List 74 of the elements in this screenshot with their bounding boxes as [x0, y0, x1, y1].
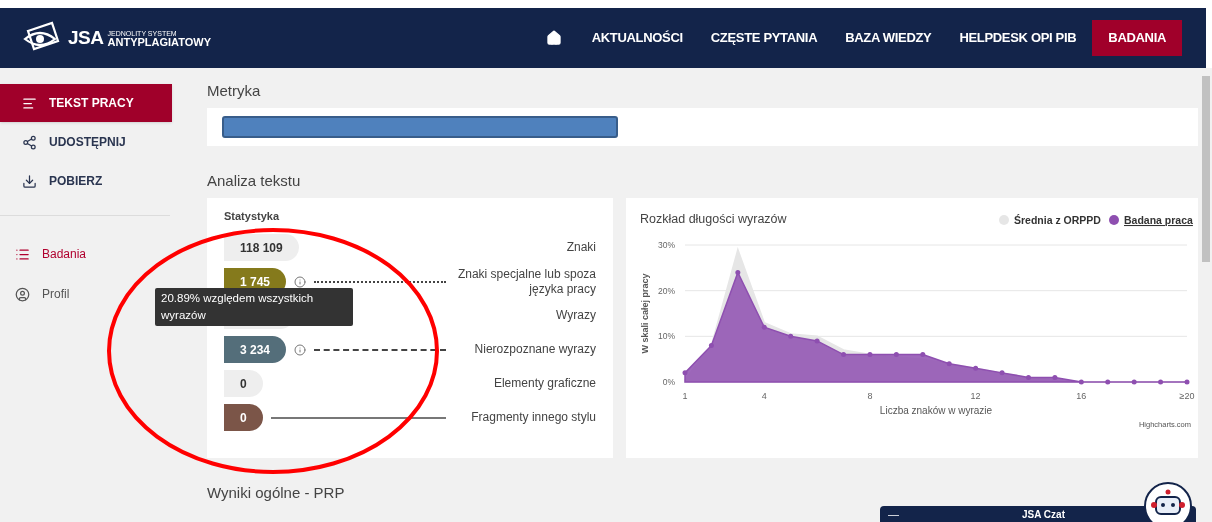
- stat-value: 118 109: [224, 234, 299, 261]
- sidebar-link[interactable]: Profil: [15, 274, 74, 314]
- x-tick-label: 16: [1076, 391, 1087, 401]
- y-tick-label: 20%: [658, 285, 675, 296]
- data-point: [1158, 379, 1164, 385]
- robot-avatar-icon[interactable]: [1143, 481, 1193, 522]
- x-axis-title: Liczba znaków w wyrazie: [879, 405, 993, 416]
- data-point: [814, 338, 820, 344]
- share-icon: [22, 134, 37, 150]
- y-axis-title: W skali całej pracy: [640, 273, 650, 354]
- nav-link[interactable]: BADANIA: [1092, 20, 1182, 56]
- nav-link[interactable]: AKTUALNOŚCI: [579, 20, 695, 56]
- chat-title: JSA Czat: [1021, 507, 1066, 522]
- stat-value: 0: [224, 370, 263, 397]
- section-title: Analiza tekstu: [207, 170, 302, 191]
- sidebar-action[interactable]: TEKST PRACY: [0, 84, 172, 122]
- legend-item[interactable]: Średnia z ORPPD: [999, 214, 1101, 226]
- download-icon: [22, 173, 37, 189]
- nav-link[interactable]: BAZA WIEDZY: [833, 20, 944, 56]
- data-point: [946, 361, 952, 367]
- data-point: [1184, 379, 1190, 385]
- list-icon: [15, 246, 30, 262]
- data-point: [1052, 374, 1058, 380]
- logo-title: ANTYPLAGIATOWY: [107, 38, 212, 47]
- sidebar-link[interactable]: Badania: [15, 234, 91, 274]
- section-title: Wyniki ogólne - PRP: [207, 483, 345, 503]
- stat-label: Wyrazy: [555, 308, 596, 323]
- stat-label: Nierozpoznane wyrazy: [473, 342, 596, 357]
- data-point: [761, 324, 767, 330]
- minimize-button[interactable]: —: [888, 509, 899, 519]
- x-tick-label: 12: [970, 391, 981, 401]
- section-title: Metryka: [207, 81, 262, 101]
- nav-link[interactable]: HELPDESK OPI PIB: [947, 20, 1089, 56]
- info-icon[interactable]: [294, 275, 307, 288]
- data-point: [788, 333, 794, 339]
- data-point: [1025, 374, 1031, 380]
- data-point: [920, 352, 926, 358]
- data-point: [973, 365, 979, 371]
- legend-label: Badana praca: [1124, 214, 1194, 226]
- legend-label: Średnia z ORPPD: [1014, 214, 1102, 226]
- text-icon: [22, 95, 37, 111]
- person-icon: [15, 286, 30, 302]
- y-tick-label: 0%: [662, 377, 675, 387]
- info-icon[interactable]: [294, 343, 307, 356]
- data-point: [867, 352, 873, 358]
- chart-title: Rozkład długości wyrazów: [640, 212, 787, 226]
- data-point: [735, 269, 741, 275]
- data-point: [999, 370, 1005, 376]
- stats-title: Statystyka: [224, 209, 281, 224]
- nav-link[interactable]: CZĘSTE PYTANIA: [698, 20, 830, 56]
- data-point: [1078, 379, 1084, 385]
- x-tick-label: 4: [761, 391, 767, 401]
- stat-label: Znaki specjalne lub spoza języka pracy: [456, 266, 596, 297]
- data-point: [893, 352, 899, 358]
- stat-value: 3 234: [224, 336, 287, 363]
- logo-mark: JSA: [68, 25, 104, 50]
- x-tick-label: ≥20: [1179, 391, 1195, 401]
- data-point: [682, 370, 688, 376]
- sidebar-action[interactable]: POBIERZ: [0, 162, 172, 200]
- stat-label: Fragmenty innego stylu: [470, 410, 596, 425]
- y-tick-label: 10%: [658, 331, 675, 342]
- home-icon[interactable]: [545, 30, 562, 46]
- x-tick-label: 8: [867, 391, 873, 401]
- y-tick-label: 30%: [658, 240, 675, 250]
- data-point: [1131, 379, 1137, 385]
- legend-item[interactable]: Badana praca: [1109, 214, 1193, 226]
- stat-value: 0: [224, 404, 263, 431]
- data-point: [708, 342, 714, 348]
- stat-label: Elementy graficzne: [492, 376, 596, 391]
- stat-label: Znaki: [565, 240, 596, 255]
- x-tick-label: 1: [682, 391, 688, 401]
- sidebar-action[interactable]: UDOSTĘPNIJ: [0, 123, 172, 161]
- data-point: [1105, 379, 1111, 385]
- data-point: [841, 352, 847, 358]
